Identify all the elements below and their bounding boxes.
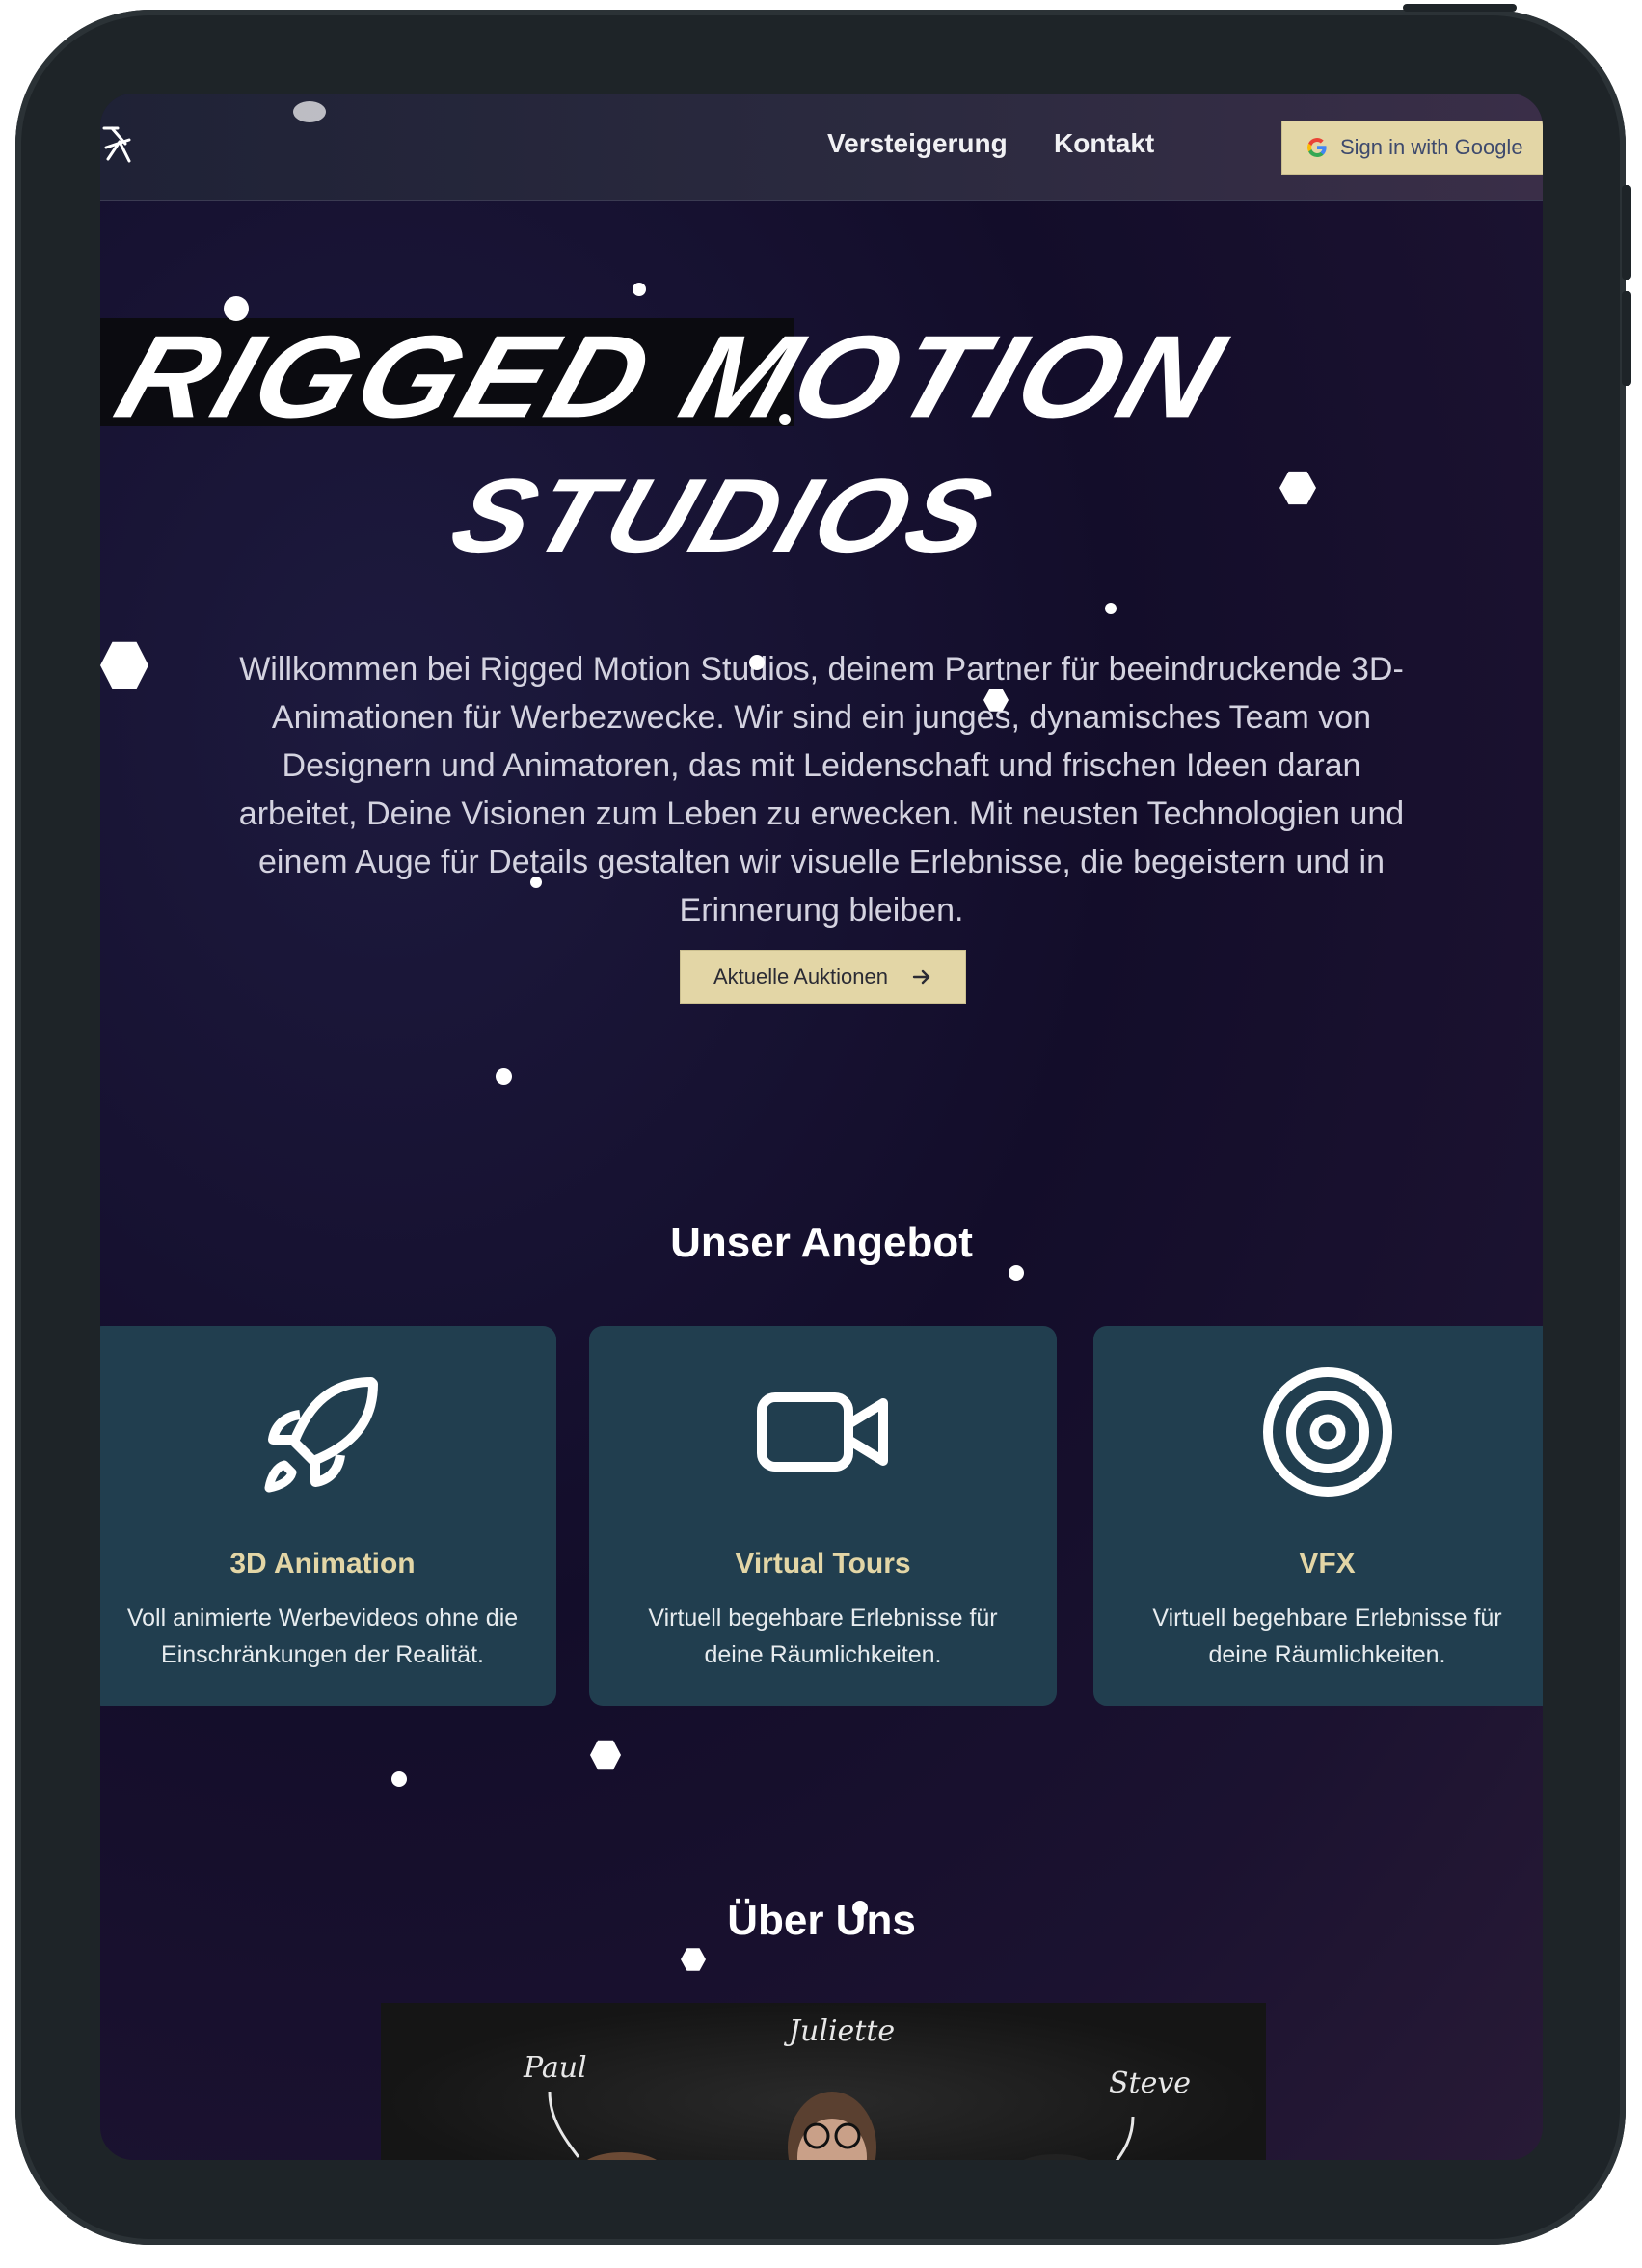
aktuelle-auktionen-button[interactable]: Aktuelle Auktionen [680,950,966,1004]
video-camera-icon [756,1392,888,1472]
about-heading: Über Uns [727,1897,916,1944]
card-text: Virtuell begehbare Erlebnisse für deine … [1152,1605,1502,1668]
nav-link-kontakt[interactable]: Kontakt [1054,128,1154,159]
particle [496,1068,512,1085]
tablet-top-button [1403,4,1517,12]
card-title: 3D Animation [229,1548,416,1580]
team-photo-arrows [548,2091,1135,2160]
particle [1009,1265,1024,1281]
team-photo: Paul Juliette Steve [381,2003,1266,2160]
card-text: Voll animierte Werbevideos ohne die Eins… [126,1605,519,1668]
particle [224,296,249,321]
card-title: VFX [1299,1548,1356,1580]
particle [681,1948,706,1971]
google-signin-label: Sign in with Google [1340,135,1523,159]
particle [852,1901,868,1916]
arrow-right-icon [912,969,930,985]
offer-card-virtual-tours: Virtual Tours Virtuell begehbare Erlebni… [589,1326,1057,1706]
hero-title-line1: RIGGED MOTION [102,310,1242,443]
card-title: Virtual Tours [735,1548,911,1580]
tablet-volume-down-button [1622,291,1631,386]
particle [1105,603,1117,614]
particle [293,101,326,122]
particle [530,877,542,888]
particle [391,1771,407,1787]
stick-figure-icon[interactable] [100,121,135,169]
tablet-volume-up-button [1622,185,1631,280]
particle [590,1740,621,1770]
particle [749,655,765,670]
hero-title-line2: STUDIOS [438,457,1009,575]
particle [779,414,791,425]
particle [633,283,646,296]
card-text: Virtuell begehbare Erlebnisse für deine … [648,1605,998,1668]
web-page: Versteigerung Kontakt Sign in with Googl… [100,94,1543,2160]
google-g-icon [1307,138,1327,157]
hero-intro-text: Willkommen bei Rigged Motion Studios, de… [238,651,1405,929]
offer-heading: Unser Angebot [670,1219,973,1266]
particle [1279,471,1316,505]
target-icon [1262,1367,1392,1497]
rocket-icon [264,1377,378,1493]
offer-card-3d-animation: 3D Animation Voll animierte Werbevideos … [100,1326,556,1706]
offer-card-vfx: VFX Virtuell begehbare Erlebnisse für de… [1093,1326,1543,1706]
particle [100,641,148,689]
nav-link-versteigerung[interactable]: Versteigerung [827,128,1008,159]
cta-label: Aktuelle Auktionen [713,964,889,988]
google-signin-button[interactable]: Sign in with Google [1281,121,1543,175]
